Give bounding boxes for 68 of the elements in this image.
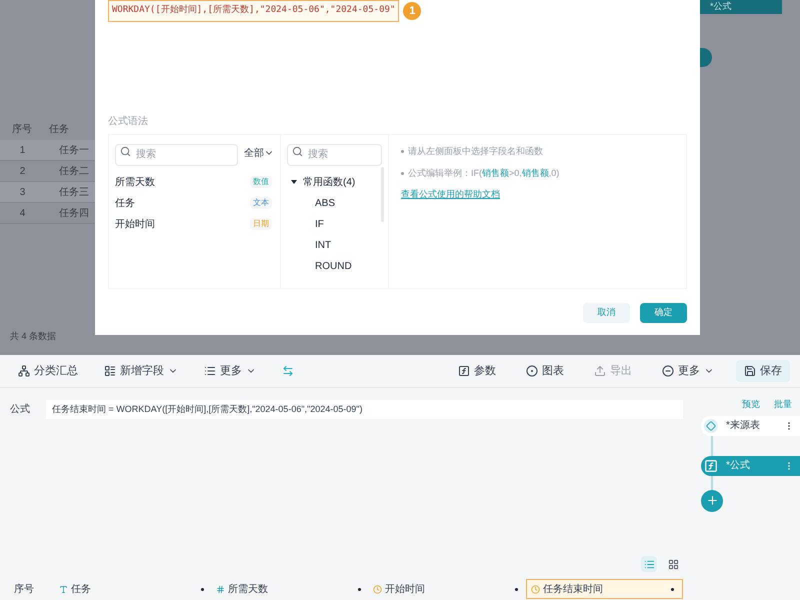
type-tag: 数值 — [250, 176, 272, 188]
toolbar-button[interactable]: 分类汇总 — [10, 360, 86, 382]
step-badge: 1 — [403, 2, 422, 20]
add-node-button[interactable] — [701, 490, 723, 512]
function-item[interactable]: INT — [287, 234, 382, 256]
field-item[interactable]: 所需天数 — [115, 174, 155, 190]
field-item[interactable]: 任务 — [115, 196, 135, 210]
table-cell-text: 4 — [18, 206, 26, 220]
search-icon — [120, 146, 131, 157]
toolbar-button[interactable]: 图表 — [518, 360, 572, 382]
text-type-icon — [59, 584, 68, 594]
parameter-icon — [458, 365, 470, 377]
plus-icon — [706, 494, 718, 507]
type-tag: 日期 — [250, 218, 272, 230]
flow-node[interactable]: *来源表 — [701, 416, 800, 436]
flow-node[interactable]: *公式 — [700, 0, 782, 14]
column-header[interactable]: 所需天数 — [212, 579, 369, 599]
field-icon — [104, 365, 116, 377]
table-cell-text: 任务一 — [58, 144, 90, 158]
formula-editor[interactable]: WORKDAY([开始时间],[所需天数],"2024-05-06","2024-05-09" — [108, 0, 400, 22]
clock-icon — [531, 584, 540, 594]
table-cell-text: 1 — [18, 144, 26, 158]
export-icon — [594, 365, 606, 377]
section-label: 公式语法 — [108, 114, 149, 129]
grid-icon — [668, 558, 678, 570]
table-cell-text: 任务二 — [58, 164, 90, 178]
column-header: 序号 — [11, 122, 33, 136]
field-search[interactable]: 搜索 — [115, 144, 238, 166]
table-cell-text: 2 — [18, 164, 26, 178]
list-view-button[interactable] — [641, 556, 657, 572]
help-text: 公式编辑举例：IF(销售额>0,销售额,0) — [408, 166, 560, 180]
help-text: 请从左侧面板中选择字段名和函数 — [408, 145, 543, 158]
column-header[interactable]: 开始时间 — [369, 579, 526, 599]
bullet-icon — [401, 150, 404, 154]
swap-icon — [282, 365, 294, 377]
toolbar-button[interactable]: 新增字段 — [96, 360, 186, 382]
table-cell-text: 任务四 — [58, 206, 90, 220]
bullet-icon — [401, 172, 404, 175]
add-node-icon[interactable] — [700, 48, 712, 67]
toolbar-button[interactable]: 更多 — [196, 360, 264, 382]
field-item[interactable]: 开始时间 — [115, 216, 155, 232]
function-item[interactable]: ROUND — [287, 256, 382, 276]
function-icon — [704, 458, 718, 472]
function-search[interactable]: 搜索 — [287, 144, 382, 166]
toolbar-button[interactable]: 保存 — [736, 360, 790, 382]
save-icon — [744, 365, 756, 377]
search-icon — [292, 146, 303, 157]
minus-circle-icon — [662, 365, 674, 377]
column-header: 任务 — [48, 122, 70, 136]
type-tag: 文本 — [250, 197, 272, 209]
table-cell-text: 3 — [18, 186, 26, 200]
filter-dropdown[interactable]: 全部 — [244, 146, 274, 161]
formula-field[interactable]: 任务结束时间 = WORKDAY([开始时间],[所需天数],"2024-05-06","2024-05-09") — [46, 400, 683, 419]
target-icon — [526, 365, 538, 377]
record-count: 共 4 条数据 — [9, 330, 58, 342]
column-header[interactable]: 任务结束时间 — [526, 579, 683, 599]
clock-icon — [373, 584, 382, 594]
diamond-icon — [704, 418, 718, 432]
function-item[interactable]: IF — [287, 214, 382, 234]
column-header[interactable]: 任务 — [55, 579, 212, 599]
function-item[interactable]: ABS — [287, 192, 382, 214]
formula-label: 公式 — [10, 402, 30, 417]
table-cell-text: 任务三 — [58, 186, 90, 200]
toolbar-button[interactable]: 更多 — [654, 360, 722, 382]
hierarchy-icon — [18, 365, 30, 377]
toolbar-button[interactable]: 参数 — [450, 360, 504, 382]
column-header[interactable]: 序号 — [10, 579, 55, 599]
hash-icon — [216, 584, 225, 594]
